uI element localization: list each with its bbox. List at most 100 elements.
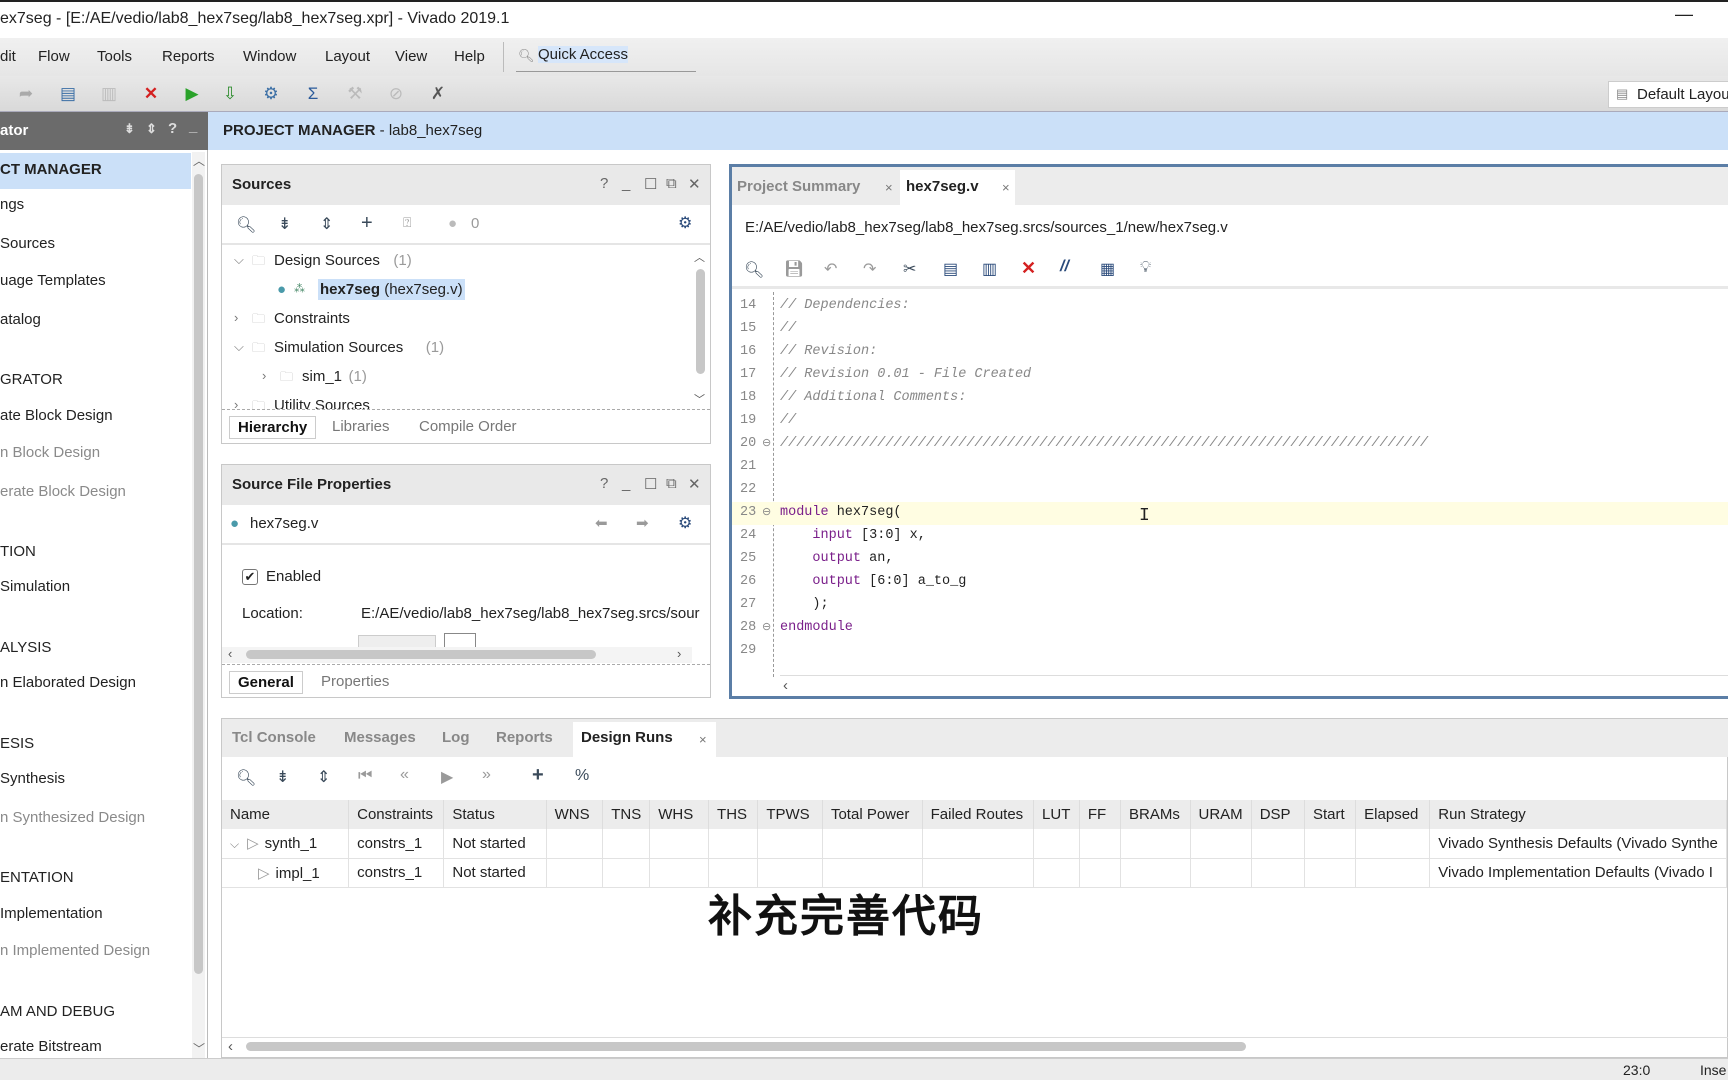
sources-scrollbar[interactable]: ︿ ﹀ [694,249,708,409]
expand-all-icon[interactable]: ⇕ [317,767,330,787]
column-header[interactable]: Start [1304,800,1357,829]
runs-hscrollbar[interactable]: ‹ [222,1037,1728,1055]
column-header[interactable]: TNS [602,800,651,829]
nav-item[interactable]: Simulation [0,578,70,595]
close-icon[interactable]: × [699,732,707,747]
cancel-tool-icon[interactable]: ✗ [426,84,450,104]
scroll-thumb[interactable] [246,1042,1246,1051]
nav-item[interactable]: ate Block Design [0,407,113,424]
help-icon[interactable]: ? [168,120,177,137]
chevron-right-icon[interactable]: › [234,397,238,409]
sigma-icon[interactable]: Σ [301,84,325,104]
search-icon[interactable]: 🔍︎ [236,768,256,788]
delete-icon[interactable]: ✕ [139,84,163,104]
back-icon[interactable]: ⬅ [595,514,608,532]
tree-item[interactable]: › 🗀 Constraints [222,307,692,333]
collapse-all-icon[interactable]: ⇟ [278,214,291,234]
comment-icon[interactable]: // [1060,258,1069,276]
program-icon[interactable]: ⇩ [218,84,242,104]
nav-item[interactable]: atalog [0,311,41,328]
column-header[interactable]: Constraints [348,800,445,829]
tab-hierarchy[interactable]: Hierarchy [229,416,317,439]
column-header[interactable]: WHS [649,800,710,829]
close-icon[interactable]: ✕ [688,175,701,193]
search-icon[interactable]: 🔍︎ [236,215,256,235]
column-header[interactable]: URAM [1190,800,1252,829]
chevron-right-icon[interactable]: › [262,368,266,383]
tree-item[interactable]: ⌵ 🗀 Simulation Sources (1) [222,336,692,362]
maximize-icon[interactable]: ☐ [644,175,657,193]
tab-hex7seg-v[interactable]: hex7seg.v × [900,170,1015,205]
type-field[interactable] [358,635,436,647]
redo-icon[interactable]: ↷ [863,259,876,279]
column-header[interactable]: Status [443,800,547,829]
nav-item[interactable]: n Implemented Design [0,942,150,959]
run-icon[interactable]: ▷ [247,835,259,852]
menu-layout[interactable]: Layout [325,48,370,65]
copy-icon[interactable]: ▤ [56,84,80,104]
help-icon[interactable]: ? [600,175,608,192]
chevron-right-icon[interactable]: › [677,646,681,661]
navigator-scrollbar[interactable]: ︿ ﹀ [192,152,205,1058]
gear-icon[interactable]: ⚙ [678,213,692,233]
fold-icon[interactable]: ⊖ [762,620,771,633]
tree-item[interactable]: ● ⁂ hex7seg (hex7seg.v) [222,278,692,304]
next-icon[interactable]: » [482,766,491,784]
minimize-icon[interactable]: — [1675,4,1693,25]
tab-design-runs[interactable]: Design Runs × [573,722,716,757]
chevron-down-icon[interactable]: ⌵ [234,339,244,355]
menu-view[interactable]: View [395,48,427,65]
chevron-down-icon[interactable]: ⌵ [234,252,244,268]
nav-item[interactable]: n Synthesized Design [0,809,145,826]
minimize-icon[interactable]: _ [622,475,630,492]
delete-icon[interactable]: ✕ [1021,258,1036,279]
tree-item[interactable]: ⌵ 🗀 Design Sources (1) [222,249,692,275]
tab-tcl-console[interactable]: Tcl Console [232,729,316,746]
nav-item[interactable]: Sources [0,235,55,252]
scroll-thumb[interactable] [246,650,596,659]
lightbulb-icon[interactable]: 💡︎ [1140,259,1151,277]
column-header[interactable]: BRAMs [1120,800,1191,829]
horizontal-scrollbar[interactable]: ‹ › [222,646,692,663]
nav-item[interactable]: n Elaborated Design [0,674,136,691]
column-header[interactable]: Name [222,800,350,829]
expand-all-icon[interactable]: ⇕ [146,121,157,137]
enabled-checkbox[interactable]: ✔ [242,569,258,585]
forward-icon[interactable]: ➡ [636,514,649,532]
search-icon[interactable]: 🔍︎ [744,260,764,280]
gear-icon[interactable]: ⚙ [678,513,692,533]
copy-icon[interactable]: ▤ [943,259,958,279]
help-icon[interactable]: ? [600,475,608,492]
column-header[interactable]: DSP [1251,800,1305,829]
collapse-all-icon[interactable]: ⇟ [276,767,289,787]
tab-compile-order[interactable]: Compile Order [411,416,525,437]
chevron-down-icon[interactable]: ﹀ [193,1040,205,1057]
nav-item[interactable]: Synthesis [0,770,65,787]
layout-selector[interactable]: ▤ Default Layout [1608,81,1728,108]
run-icon[interactable]: ▶ [180,84,204,104]
tab-general[interactable]: General [229,671,303,694]
chevron-down-icon[interactable]: ﹀ [694,391,705,407]
undo-icon[interactable]: ↶ [824,259,837,279]
cut-icon[interactable]: ✂ [903,259,916,279]
tree-item[interactable]: › 🗀 sim_1 (1) [222,365,692,391]
scroll-thumb[interactable] [696,269,705,374]
disabled-tool-icon[interactable]: ⊘ [384,84,408,104]
column-header[interactable]: Failed Routes [922,800,1035,829]
play-icon[interactable]: ▶ [441,767,453,787]
chevron-right-icon[interactable]: › [234,310,238,325]
close-icon[interactable]: × [885,180,893,195]
column-header[interactable]: Run Strategy [1429,800,1727,829]
collapse-all-icon[interactable]: ⇟ [124,121,135,137]
previous-icon[interactable]: « [400,766,409,784]
column-header[interactable]: Total Power [822,800,923,829]
fold-icon[interactable]: ⊖ [762,505,771,518]
tab-properties[interactable]: Properties [313,671,397,692]
maximize-icon[interactable]: ☐ [644,475,657,493]
quick-access-input[interactable]: 🔍︎ Quick Access [516,44,696,72]
chevron-down-icon[interactable]: ⌵ [230,837,239,851]
tab-log[interactable]: Log [442,729,470,746]
tab-messages[interactable]: Messages [344,729,416,746]
chevron-left-icon[interactable]: ‹ [228,646,232,661]
column-header[interactable]: FF [1079,800,1122,829]
